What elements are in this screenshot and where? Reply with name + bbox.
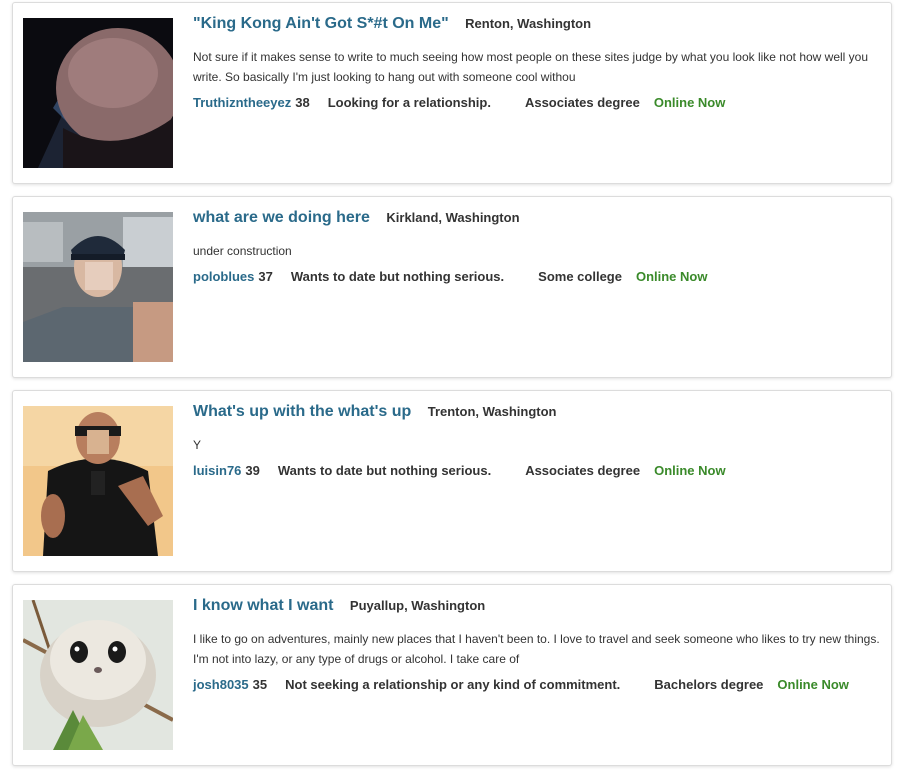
profile-age: 38 xyxy=(295,95,310,110)
profile-age: 35 xyxy=(252,677,268,692)
profile-about: I like to go on adventures, mainly new p… xyxy=(193,632,880,666)
profile-username[interactable]: luisin76 xyxy=(193,463,241,478)
profile-intent: Wants to date but nothing serious. xyxy=(290,269,505,284)
profile-card: "King Kong Ain't Got S*#t On Me" Renton,… xyxy=(12,2,892,184)
profile-location: Trenton, Washington xyxy=(427,404,557,419)
online-status: Online Now xyxy=(654,463,726,478)
profile-age: 37 xyxy=(258,269,273,284)
profile-headline[interactable]: What's up with the what's up xyxy=(193,403,411,420)
profile-about: Y xyxy=(193,438,202,452)
profile-about: under construction xyxy=(193,244,292,258)
profile-photo-car-selfie-icon xyxy=(23,212,173,362)
online-status: Online Now xyxy=(653,95,726,110)
profile-card: I know what I want Puyallup, Washington … xyxy=(12,584,892,766)
profile-headline[interactable]: I know what I want xyxy=(193,597,333,614)
profile-age: 39 xyxy=(245,463,260,478)
profile-photo[interactable] xyxy=(23,18,173,168)
profile-photo[interactable] xyxy=(23,406,173,556)
profile-photo-dark-head-icon xyxy=(23,18,173,168)
profile-location: Renton, Washington xyxy=(465,16,592,31)
profile-card: what are we doing here Kirkland, Washing… xyxy=(12,196,892,378)
online-status: Online Now xyxy=(635,269,708,284)
profile-photo[interactable] xyxy=(23,600,173,750)
profile-education: Bachelors degree xyxy=(654,677,764,692)
profile-location: Puyallup, Washington xyxy=(349,598,486,613)
profile-education: Associates degree xyxy=(525,463,641,478)
profile-photo-flying-squirrel-icon xyxy=(23,600,173,750)
profile-intent: Wants to date but nothing serious. xyxy=(277,463,492,478)
profile-username[interactable]: poloblues xyxy=(193,269,254,284)
profile-card: What's up with the what's up Trenton, Wa… xyxy=(12,390,892,572)
profile-headline[interactable]: what are we doing here xyxy=(193,209,370,226)
profile-intent: Not seeking a relationship or any kind o… xyxy=(285,677,621,692)
profile-photo[interactable] xyxy=(23,212,173,362)
profile-photo-mirror-selfie-icon xyxy=(23,406,173,556)
online-status: Online Now xyxy=(777,677,849,692)
profile-username[interactable]: Truthizntheeyez xyxy=(193,95,291,110)
profile-education: Some college xyxy=(538,269,622,284)
profile-about: Not sure if it makes sense to write to m… xyxy=(193,50,869,84)
profile-intent: Looking for a relationship. xyxy=(327,95,491,110)
profile-education: Associates degree xyxy=(524,95,640,110)
profile-username[interactable]: josh8035 xyxy=(193,677,249,692)
profile-headline[interactable]: "King Kong Ain't Got S*#t On Me" xyxy=(193,15,449,32)
profile-location: Kirkland, Washington xyxy=(386,210,520,225)
